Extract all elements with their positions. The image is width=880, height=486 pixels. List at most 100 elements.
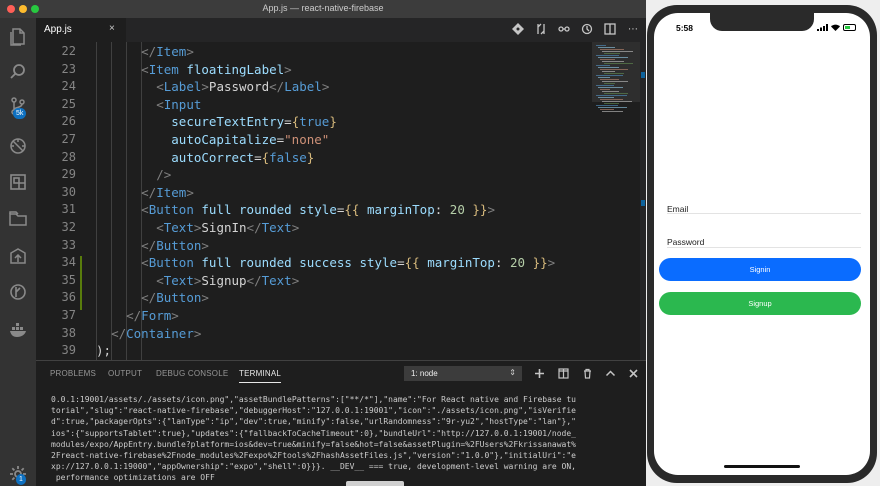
- line-number: 34: [61, 255, 76, 270]
- line-number: 39: [61, 343, 76, 358]
- minimap-line: [600, 109, 614, 110]
- minimap-line: [602, 61, 624, 62]
- git-modified-marker: [80, 256, 82, 310]
- line-number-gutter: 22 23 24 25 26 27 28 29 30 31 32 33 34 35 36 37 38 39: [36, 42, 86, 360]
- minimap-line: [600, 79, 619, 80]
- minimap-line: [600, 89, 610, 90]
- home-indicator[interactable]: [724, 465, 800, 468]
- code-line: </Item>: [141, 184, 194, 200]
- terminal-line: xp://127.0.0.1:19000","appOwnership":"ex…: [51, 462, 576, 472]
- minimap[interactable]: [592, 42, 640, 360]
- minimap-line: [602, 51, 633, 52]
- code-line: </Container>: [111, 325, 202, 341]
- panel-tab-output[interactable]: OUTPUT: [108, 369, 142, 378]
- split-terminal-icon[interactable]: [557, 367, 569, 379]
- terminal-line: d":true,"packagerOpts":{"lanType":"ip","…: [51, 417, 576, 427]
- minimap-line: [598, 67, 619, 68]
- email-field-underline: [667, 213, 861, 214]
- line-number: 35: [61, 272, 76, 287]
- minimap-line: [596, 45, 606, 46]
- code-line: <Input: [156, 96, 202, 112]
- terminal-select-value: 1: node: [411, 369, 438, 378]
- minimap-line: [602, 91, 619, 92]
- panel-tab-terminal[interactable]: TERMINAL: [239, 369, 281, 378]
- deploy-icon[interactable]: [6, 244, 30, 268]
- code-line: <Item floatingLabel>: [141, 61, 292, 77]
- close-panel-icon[interactable]: [627, 367, 639, 379]
- folder-icon[interactable]: [6, 206, 30, 230]
- wifi-icon: [831, 24, 840, 31]
- panel-tab-debug-console[interactable]: DEBUG CONSOLE: [156, 369, 228, 378]
- trash-icon[interactable]: [581, 367, 593, 379]
- terminal-line: modules/expo/AppEntry.bundle?platform=io…: [51, 439, 576, 449]
- password-label[interactable]: Password: [667, 237, 704, 247]
- code-line: );: [96, 343, 112, 359]
- window-title: App.js — react-native-firebase: [262, 3, 384, 13]
- code-line: </Item>: [141, 44, 194, 59]
- debug-icon[interactable]: [6, 134, 30, 158]
- line-number: 28: [61, 149, 76, 164]
- line-number: 29: [61, 167, 76, 182]
- split-editor-icon[interactable]: [603, 22, 617, 36]
- terminal-line: ios":{"supportsTablet":true},"updates":{…: [51, 428, 576, 438]
- panel-sash: [346, 481, 404, 486]
- terminal-line: performance optimizations are OFF: [51, 473, 215, 483]
- diamond-git-icon[interactable]: [511, 22, 525, 36]
- more-actions-icon[interactable]: ⋯: [626, 22, 640, 36]
- compare-changes-icon[interactable]: [534, 22, 548, 36]
- minimap-line: [598, 97, 614, 98]
- blame-icon[interactable]: [580, 22, 594, 36]
- terminal-select[interactable]: 1: node ⇕: [404, 366, 522, 381]
- vscode-window: App.js — react-native-firebase 5k 1 App.…: [0, 0, 646, 486]
- minimap-line: [596, 85, 614, 86]
- line-number: 25: [61, 96, 76, 111]
- open-changes-icon[interactable]: [557, 22, 571, 36]
- signin-button[interactable]: Signin: [659, 258, 861, 281]
- minimap-line: [598, 77, 610, 78]
- status-time: 5:58: [676, 23, 694, 33]
- minimap-line: [602, 71, 615, 72]
- source-control-badge: 5k: [13, 108, 27, 119]
- tab-close-icon[interactable]: ×: [109, 23, 115, 34]
- minimap-line: [602, 101, 632, 102]
- extensions-icon[interactable]: [6, 170, 30, 194]
- code-line: autoCapitalize="none": [171, 132, 330, 147]
- minimap-line: [600, 59, 615, 60]
- line-number: 36: [61, 290, 76, 305]
- explorer-icon[interactable]: [6, 24, 30, 48]
- iphone-screen: 5:58 Email Password Signin Signup: [654, 13, 870, 475]
- signup-button[interactable]: Signup: [659, 292, 861, 315]
- terminal-line: 0.0.1:19001/assets/./assets/icon.png","a…: [51, 395, 576, 404]
- code-line: />: [156, 167, 172, 183]
- docker-icon[interactable]: [6, 318, 30, 342]
- scrollbar-marker: [641, 72, 645, 78]
- tab-label: App.js: [44, 24, 72, 35]
- minimap-line: [602, 111, 623, 112]
- panel-tab-problems[interactable]: PROBLEMS: [50, 369, 96, 378]
- search-icon[interactable]: [6, 60, 30, 84]
- scrollbar-marker: [641, 200, 645, 206]
- maximize-panel-icon[interactable]: [604, 367, 616, 379]
- password-field-underline: [667, 247, 861, 248]
- line-number: 23: [61, 61, 76, 76]
- git-lens-icon[interactable]: [6, 280, 30, 304]
- code-line: </Button>: [141, 237, 209, 253]
- settings-badge: 1: [16, 474, 26, 485]
- signal-icon: [817, 24, 828, 31]
- terminal-output[interactable]: 0.0.1:19001/assets/./assets/icon.png","a…: [51, 394, 611, 484]
- minimap-line: [604, 63, 633, 64]
- code-line: <Label>Password</Label>: [156, 79, 330, 95]
- line-number: 38: [61, 325, 76, 340]
- minimap-line: [604, 73, 624, 74]
- new-terminal-icon[interactable]: [533, 367, 545, 379]
- tab-app-js[interactable]: App.js ×: [36, 18, 126, 42]
- terminal-line: torial","slug":"react-native-firebase","…: [51, 406, 576, 416]
- line-number: 27: [61, 132, 76, 146]
- minimap-line: [596, 65, 610, 66]
- minimap-line: [600, 49, 624, 50]
- chevron-updown-icon: ⇕: [509, 368, 516, 377]
- code-line: <Button full rounded success style={{ ma…: [141, 255, 556, 271]
- minimap-line: [600, 69, 628, 70]
- code-editor[interactable]: 22 23 24 25 26 27 28 29 30 31 32 33 34 35 36 37 38 39 </I…: [36, 42, 592, 360]
- active-tab-underline: [239, 382, 281, 383]
